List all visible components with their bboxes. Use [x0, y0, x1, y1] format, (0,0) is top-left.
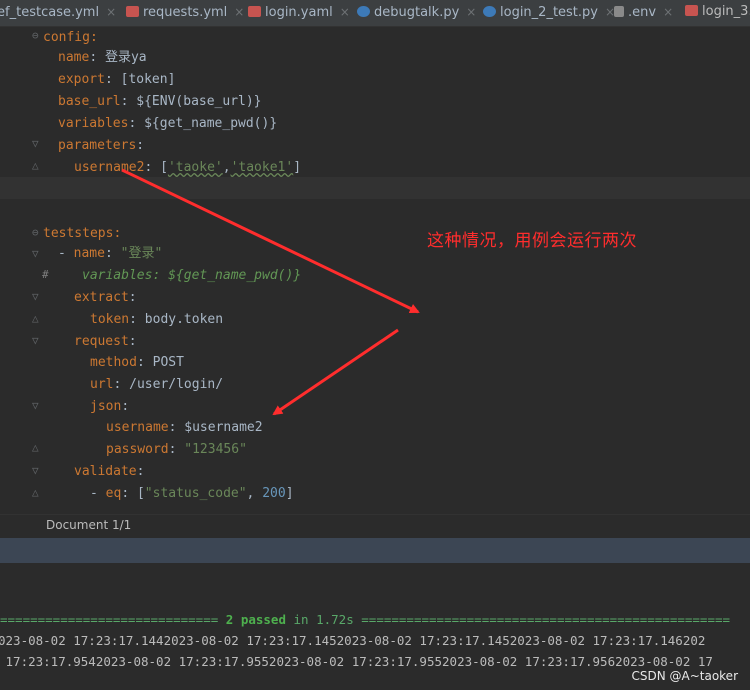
arrow-to-annotation — [121, 168, 420, 314]
watermark: CSDN @A~taoker — [631, 669, 738, 683]
breadcrumb-label: Document 1/1 — [46, 518, 132, 532]
breadcrumb: Document 1/1 — [0, 514, 750, 539]
console-log-line: 17:23:17.9542023-08-02 17:23:17.9552023-… — [0, 654, 713, 669]
console-summary-line: ============================= 2 passed i… — [0, 612, 731, 627]
run-panel-header — [0, 538, 750, 563]
arrow-to-username — [272, 328, 399, 416]
console-log-line: 023-08-02 17:23:17.1442023-08-02 17:23:1… — [0, 633, 706, 648]
